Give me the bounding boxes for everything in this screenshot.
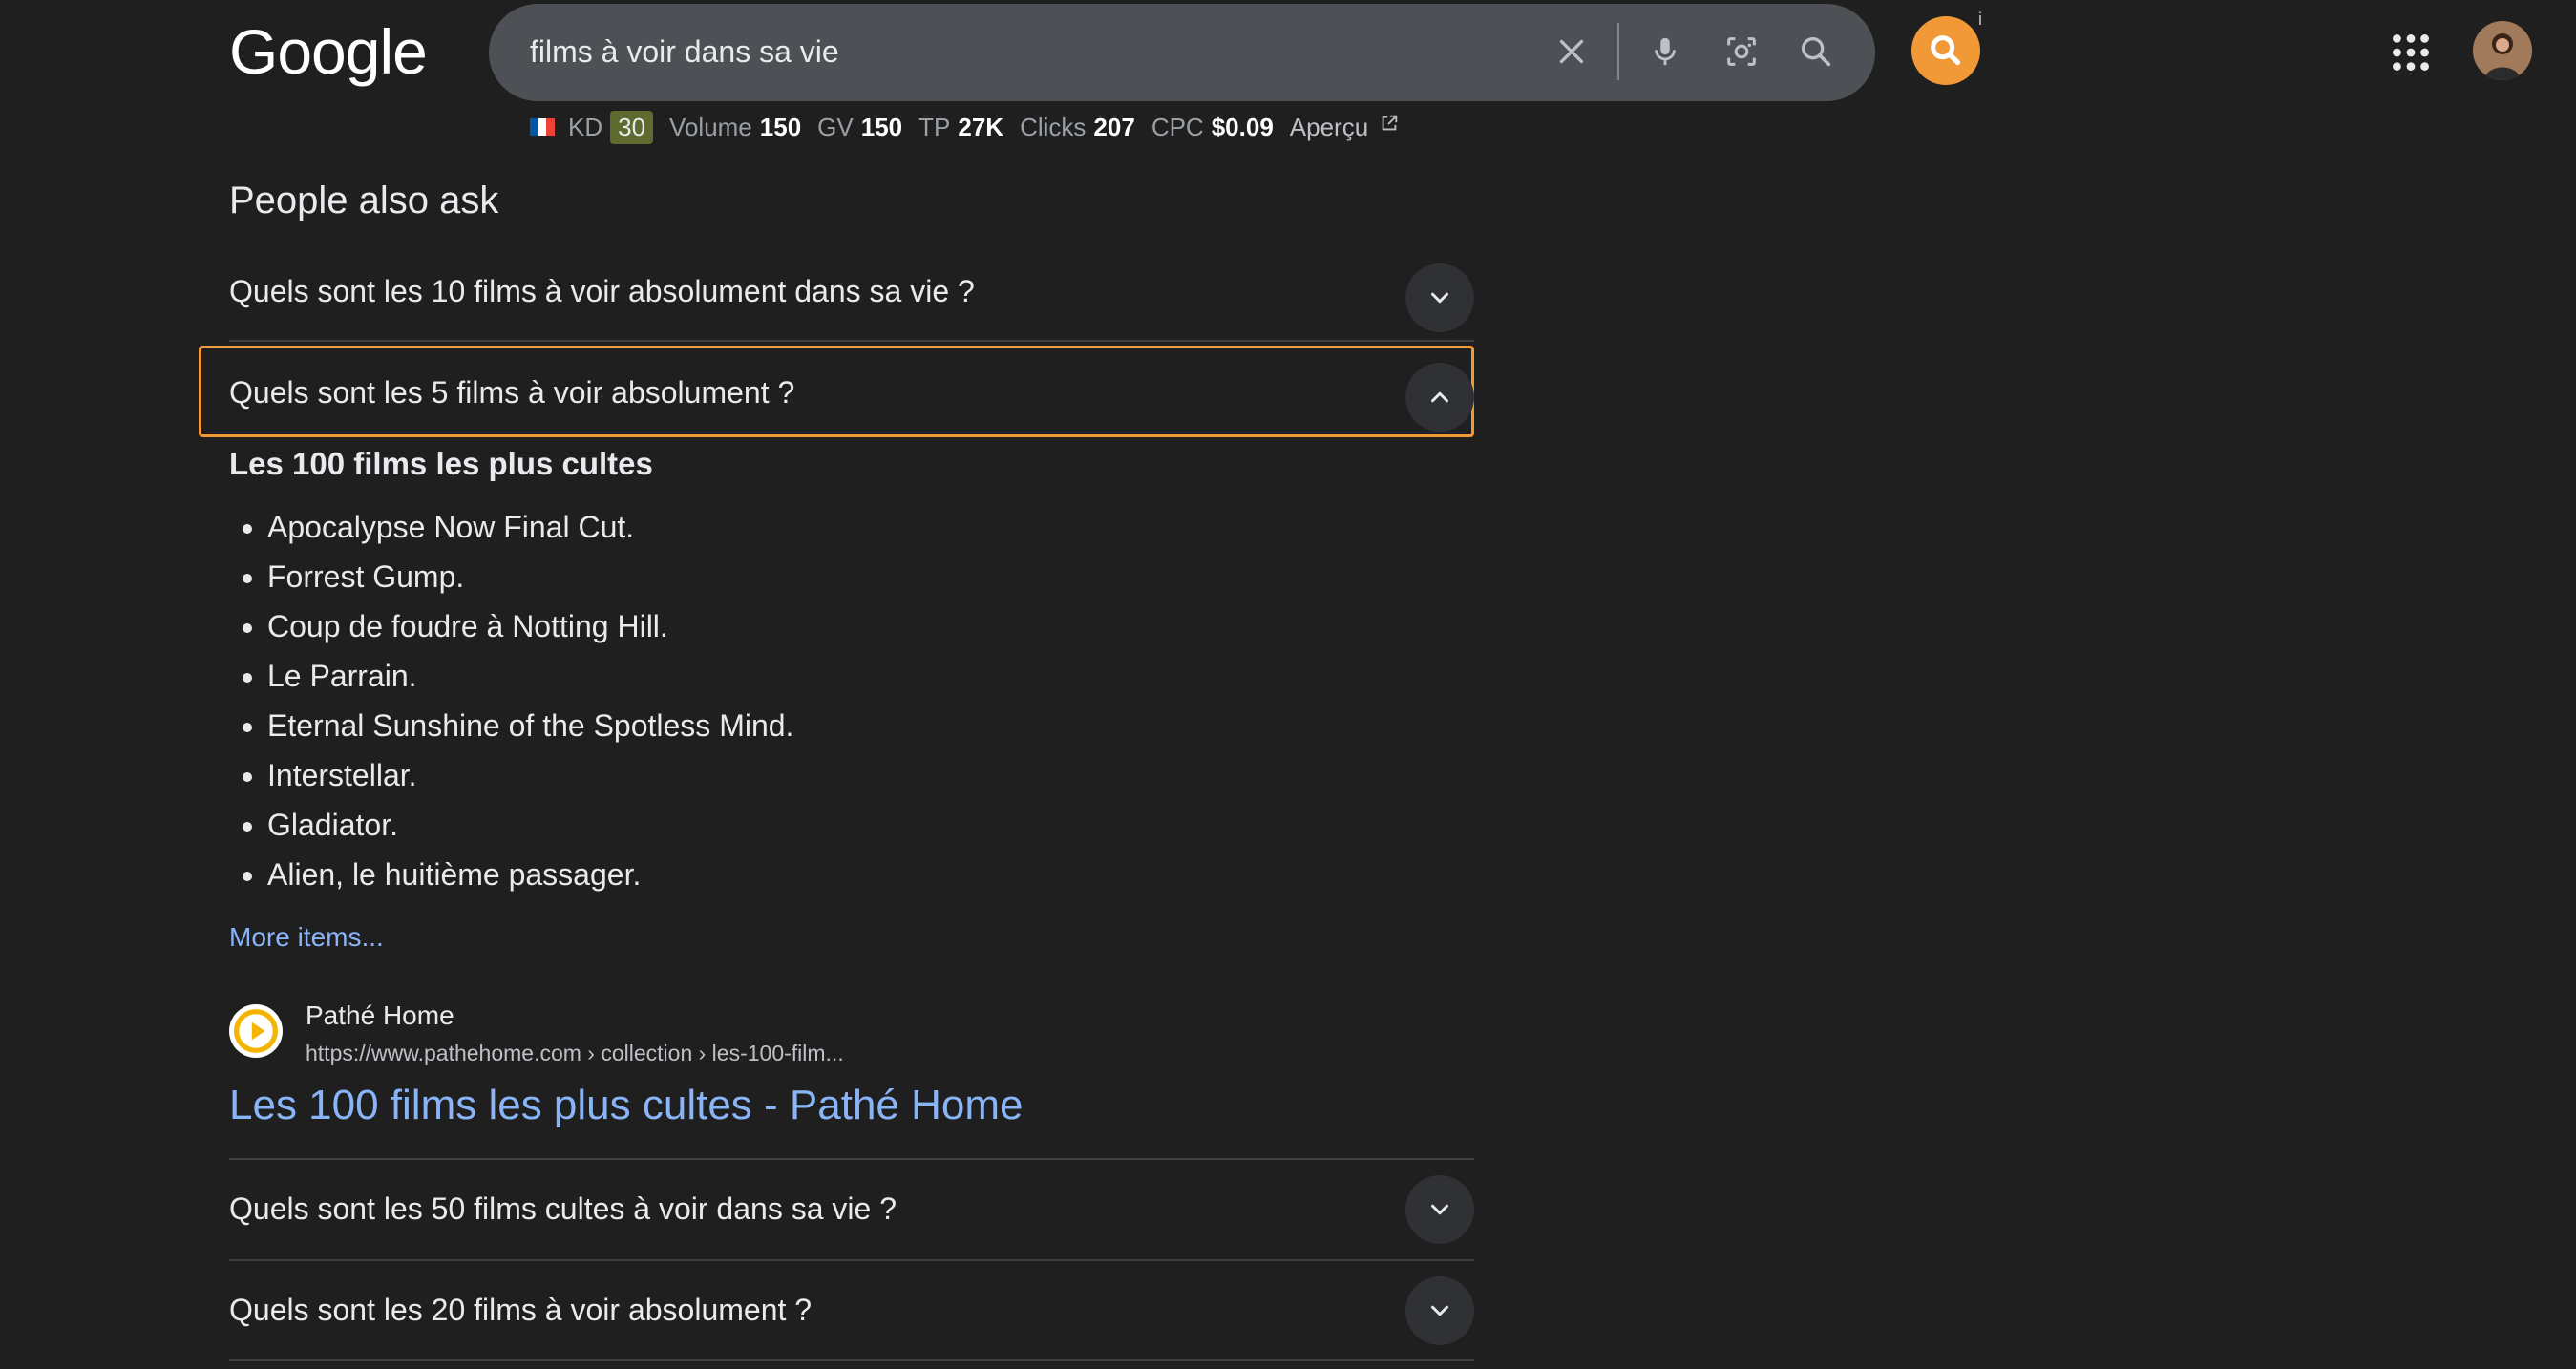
cpc-value: $0.09 xyxy=(1211,112,1274,141)
source-favicon[interactable] xyxy=(229,1004,283,1058)
paa-question-text: Quels sont les 5 films à voir absolument… xyxy=(229,374,795,410)
apps-button[interactable] xyxy=(2387,29,2435,76)
play-icon xyxy=(234,1009,278,1053)
close-icon xyxy=(1559,39,1584,64)
list-item: Le Parrain. xyxy=(267,651,793,701)
list-item: Interstellar. xyxy=(267,750,793,800)
source-name[interactable]: Pathé Home xyxy=(306,999,454,1033)
answer-heading: Les 100 films les plus cultes xyxy=(229,446,653,481)
paa-question-text: Quels sont les 50 films cultes à voir da… xyxy=(229,1190,897,1226)
apercu-label: Aperçu xyxy=(1289,112,1369,141)
gv-value: 150 xyxy=(860,112,903,141)
kd-label: KD xyxy=(568,112,603,141)
france-flag-icon xyxy=(530,118,556,136)
paa-question-3[interactable]: Quels sont les 50 films cultes à voir da… xyxy=(229,1160,1474,1257)
paa-question-4[interactable]: Quels sont les 20 films à voir absolumen… xyxy=(229,1261,1474,1358)
external-link-icon xyxy=(1383,115,1398,130)
answer-list: Apocalypse Now Final Cut. Forrest Gump. … xyxy=(229,502,793,899)
volume-label: Volume xyxy=(669,112,752,141)
clear-button[interactable] xyxy=(1545,25,1598,78)
tp-label: TP xyxy=(918,112,951,141)
cpc-label: CPC xyxy=(1151,112,1204,141)
clicks-value: 207 xyxy=(1093,112,1135,141)
volume-value: 150 xyxy=(759,112,802,141)
tp-value: 27K xyxy=(958,112,1004,141)
keyword-metrics-bar: KD 30 Volume 150 GV 150 TP 27K Clicks 20… xyxy=(530,108,1400,146)
list-item: Eternal Sunshine of the Spotless Mind. xyxy=(267,701,793,750)
chevron-down-icon xyxy=(1431,292,1448,304)
camera-lens-icon xyxy=(1727,37,1756,66)
gv-label: GV xyxy=(817,112,854,141)
seo-extension-button[interactable] xyxy=(1911,16,1980,85)
list-item: Gladiator. xyxy=(267,800,793,850)
google-logo[interactable]: Google xyxy=(229,13,428,90)
expand-button[interactable] xyxy=(1405,1175,1474,1244)
source-url[interactable]: https://www.pathehome.com › collection ›… xyxy=(306,1039,844,1067)
list-item: Coup de foudre à Notting Hill. xyxy=(267,601,793,651)
chevron-down-icon xyxy=(1431,1204,1448,1215)
list-item: Apocalypse Now Final Cut. xyxy=(267,502,793,552)
list-item: Forrest Gump. xyxy=(267,552,793,601)
divider xyxy=(229,1359,1474,1361)
paa-question-2[interactable]: Quels sont les 5 films à voir absolument… xyxy=(229,344,1474,441)
search-input[interactable]: films à voir dans sa vie xyxy=(530,29,839,74)
paa-question-1[interactable]: Quels sont les 10 films à voir absolumen… xyxy=(229,242,1474,340)
more-items-link[interactable]: More items... xyxy=(229,918,384,957)
chevron-down-icon xyxy=(1431,1305,1448,1316)
paa-question-text: Quels sont les 20 films à voir absolumen… xyxy=(229,1292,813,1327)
microphone-icon xyxy=(1655,37,1676,66)
kd-badge: 30 xyxy=(610,110,654,144)
search-divider xyxy=(1617,23,1619,80)
collapse-button[interactable] xyxy=(1405,363,1474,432)
paa-question-text: Quels sont les 10 films à voir absolumen… xyxy=(229,273,975,308)
expand-button[interactable] xyxy=(1405,1276,1474,1345)
voice-search-button[interactable] xyxy=(1638,25,1692,78)
divider xyxy=(229,340,1474,342)
apps-grid-icon xyxy=(2393,34,2429,71)
account-avatar[interactable] xyxy=(2473,21,2532,80)
user-avatar-icon xyxy=(2473,21,2532,80)
image-search-button[interactable] xyxy=(1715,25,1768,78)
expand-button[interactable] xyxy=(1405,263,1474,332)
apercu-link[interactable]: Aperçu xyxy=(1290,113,1401,142)
source-title-link[interactable]: Les 100 films les plus cultes - Pathé Ho… xyxy=(229,1077,1024,1134)
extension-info[interactable]: i xyxy=(1978,10,1982,30)
people-also-ask-heading: People also ask xyxy=(229,179,499,221)
list-item: Alien, le huitième passager. xyxy=(267,850,793,899)
search-button[interactable] xyxy=(1789,25,1843,78)
clicks-label: Clicks xyxy=(1020,112,1087,141)
search-icon xyxy=(1802,37,1831,67)
search-icon xyxy=(1931,35,1961,66)
chevron-up-icon xyxy=(1431,391,1448,403)
